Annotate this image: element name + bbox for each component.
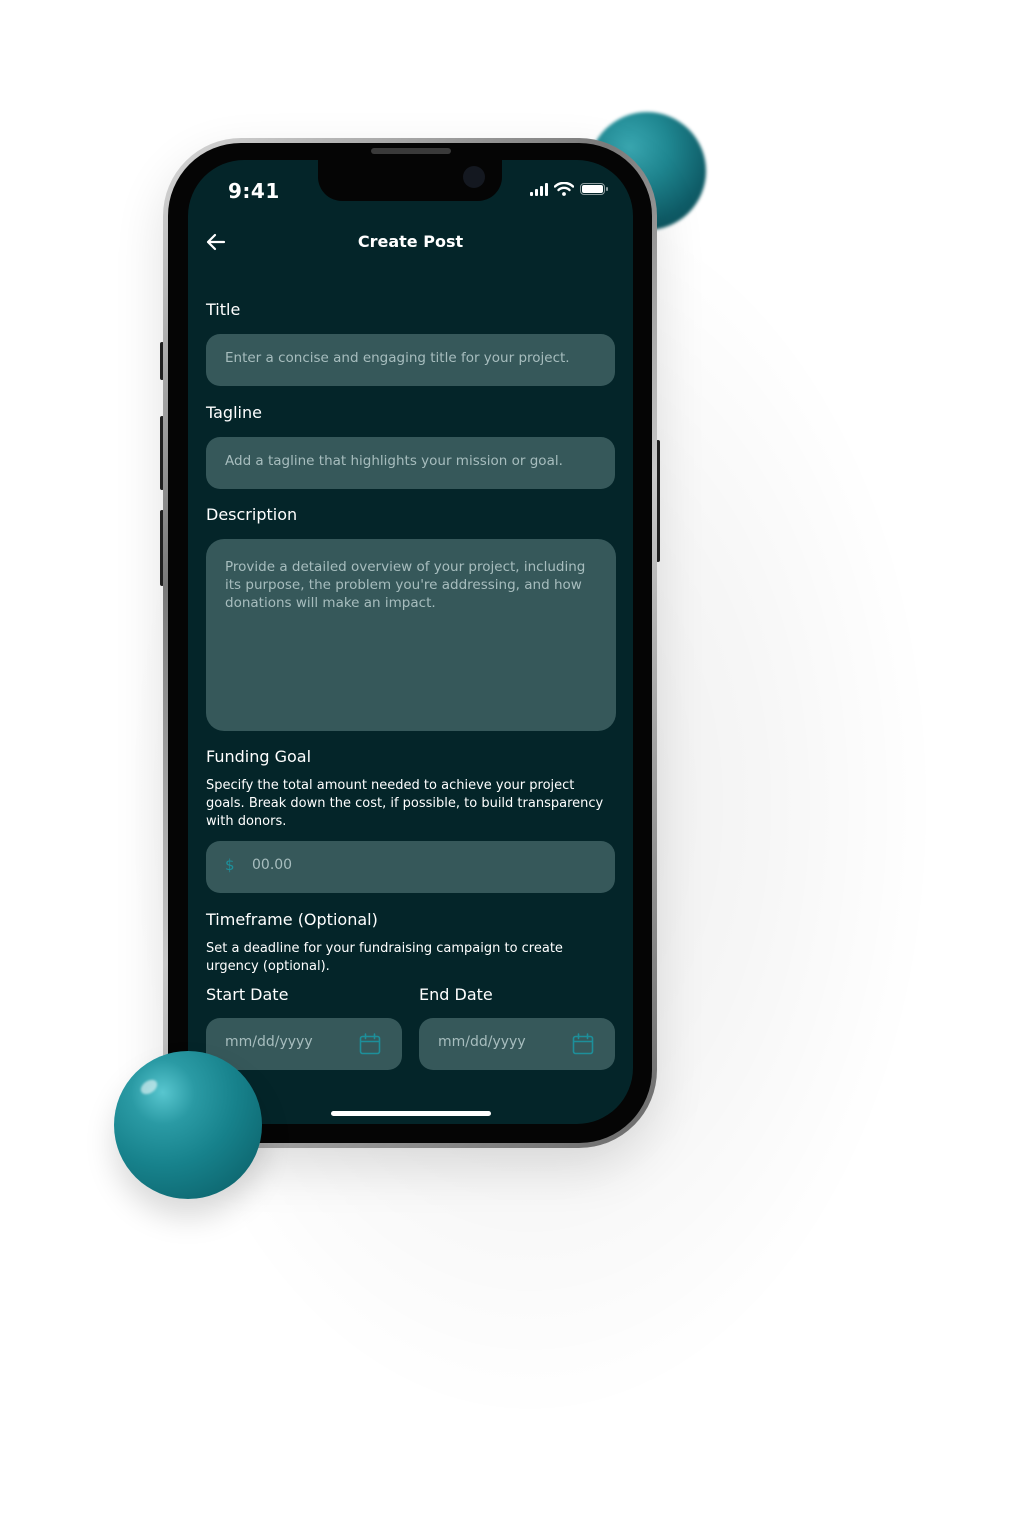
notch — [318, 160, 502, 201]
tagline-label: Tagline — [206, 403, 262, 422]
status-icons — [530, 182, 608, 196]
tagline-placeholder: Add a tagline that highlights your missi… — [225, 453, 563, 469]
description-placeholder: Provide a detailed overview of your proj… — [225, 559, 586, 611]
speaker-grille — [371, 148, 451, 154]
battery-icon — [580, 183, 608, 195]
page-title: Create Post — [357, 232, 464, 251]
title-label: Title — [206, 300, 241, 319]
title-placeholder: Enter a concise and engaging title for y… — [225, 350, 570, 366]
home-indicator[interactable] — [331, 1111, 491, 1116]
end-date-placeholder: mm/dd/yyyy — [438, 1034, 526, 1050]
front-camera — [463, 166, 485, 188]
timeframe-helper: Set a deadline for your fundraising camp… — [206, 941, 563, 974]
wifi-icon — [554, 182, 574, 196]
description-textarea[interactable]: Provide a detailed overview of your proj… — [206, 539, 616, 731]
funding-goal-placeholder: 00.00 — [252, 857, 293, 873]
calendar-icon[interactable] — [571, 1032, 595, 1056]
sphere-highlight — [138, 1076, 160, 1098]
status-time: 9:41 — [228, 179, 280, 203]
cellular-signal-icon — [530, 182, 548, 196]
end-date-input[interactable]: mm/dd/yyyy — [419, 1018, 615, 1070]
title-input[interactable]: Enter a concise and engaging title for y… — [206, 334, 615, 386]
timeframe-label: Timeframe (Optional) — [206, 910, 378, 929]
end-date-label: End Date — [419, 985, 493, 1004]
description-label: Description — [206, 505, 298, 524]
calendar-icon[interactable] — [358, 1032, 382, 1056]
start-date-label: Start Date — [206, 985, 289, 1004]
mockup-stage: 9:41 Create Post Title Enter a concise a… — [0, 0, 1021, 1515]
funding-goal-helper: Specify the total amount needed to achie… — [206, 778, 604, 829]
phone-screen: 9:41 Create Post Title Enter a concise a… — [188, 160, 633, 1124]
dollar-sign-icon: $ — [225, 856, 235, 874]
decorative-sphere-bottom — [114, 1051, 262, 1199]
funding-goal-input[interactable]: $ 00.00 — [206, 841, 615, 893]
start-date-placeholder: mm/dd/yyyy — [225, 1034, 313, 1050]
funding-goal-label: Funding Goal — [206, 747, 312, 766]
tagline-input[interactable]: Add a tagline that highlights your missi… — [206, 437, 615, 489]
start-date-input[interactable]: mm/dd/yyyy — [206, 1018, 402, 1070]
